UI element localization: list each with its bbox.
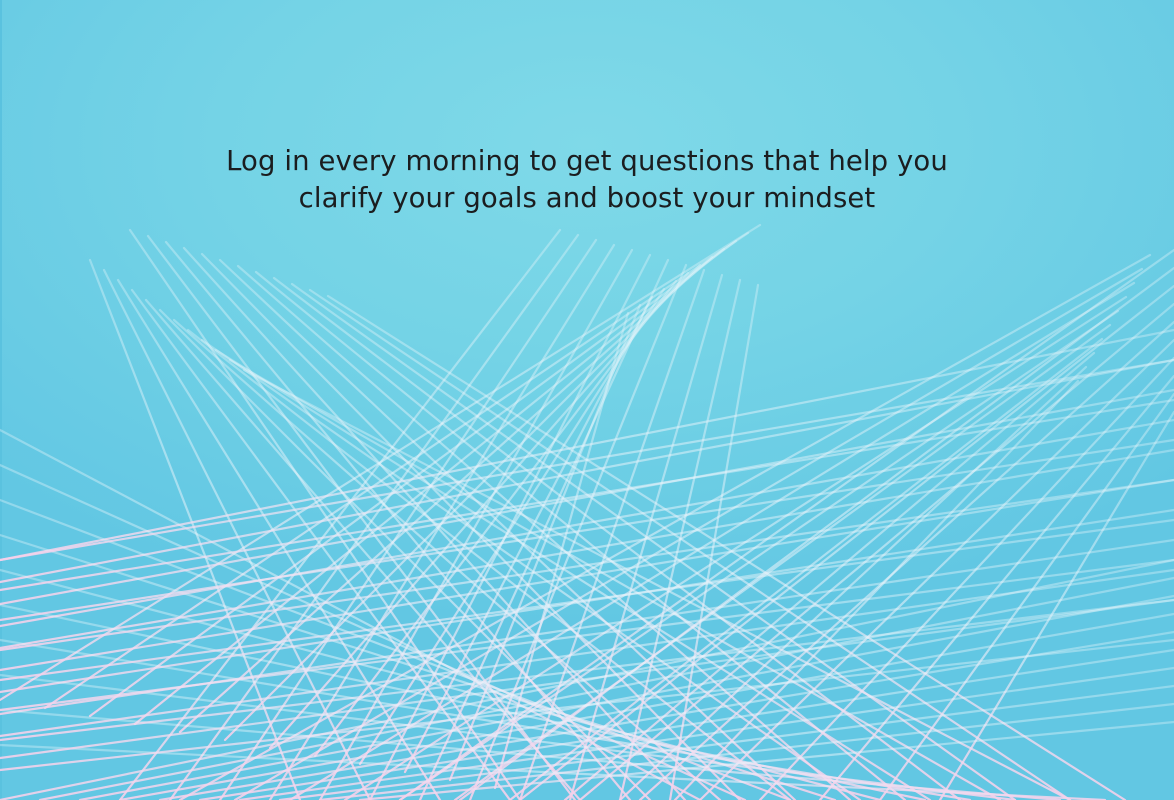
onboarding-message: Log in every morning to get questions th… [0,143,1174,217]
decorative-line [0,328,1174,562]
decorative-line [0,533,837,800]
decorative-line [290,282,1017,800]
message-line-2: clarify your goals and boost your mindse… [298,182,876,214]
decorative-line [618,365,1088,800]
decorative-line [638,320,1174,800]
decorative-line [172,318,722,800]
onboarding-screen: Log in every morning to get questions th… [0,0,1174,800]
string-art-background [0,223,1174,800]
decorative-line [0,558,1174,712]
message-line-1: Log in every morning to get questions th… [226,145,948,177]
decorative-line [0,398,1174,592]
decorative-line [178,253,1152,800]
